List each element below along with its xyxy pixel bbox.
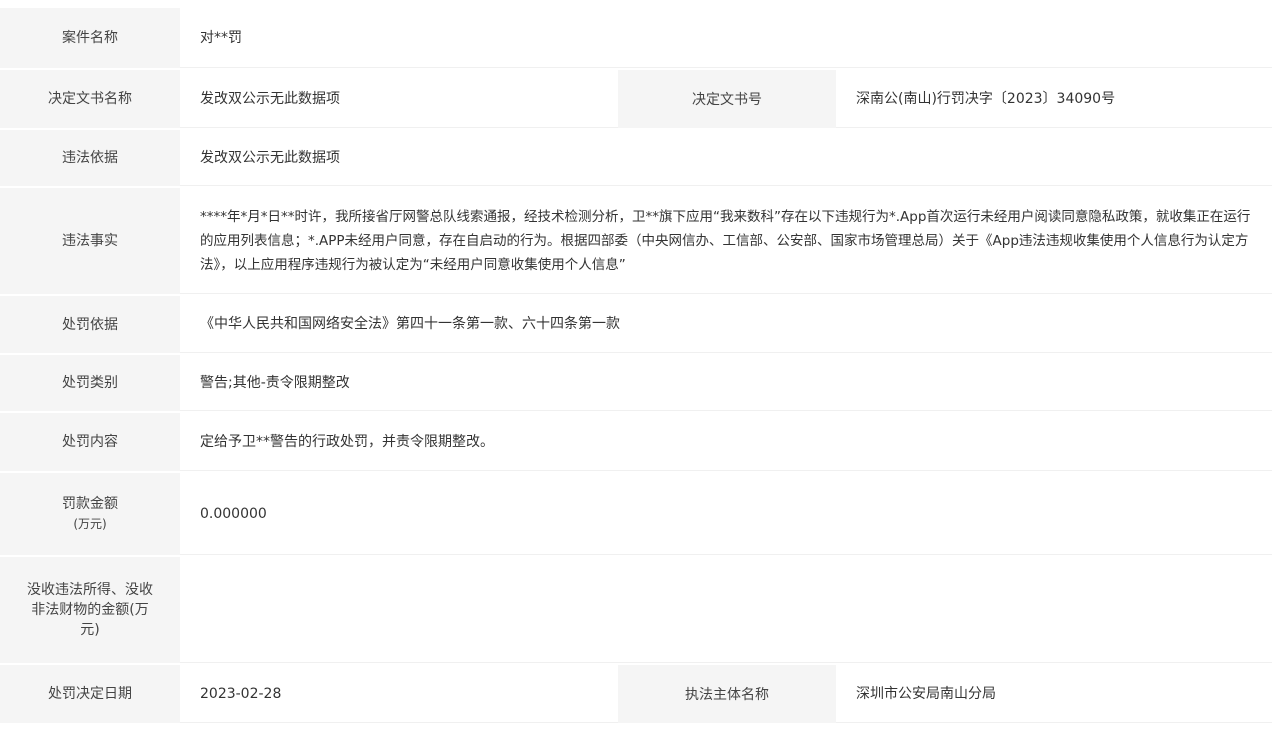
label-fine: 罚款金额 (万元)	[0, 473, 180, 555]
label-fine-text: 罚款金额	[62, 494, 118, 514]
label-fine-unit: (万元)	[73, 514, 106, 534]
value-case-name: 对**罚	[180, 8, 1272, 68]
penalty-detail-table: 案件名称 对**罚 决定文书名称 发改双公示无此数据项 决定文书号 深南公(南山…	[0, 8, 1272, 725]
label-facts: 违法事实	[0, 188, 180, 294]
row-legal-basis: 违法依据 发改双公示无此数据项	[0, 130, 1272, 188]
value-legal-basis: 发改双公示无此数据项	[180, 130, 1272, 186]
row-case-name: 案件名称 对**罚	[0, 8, 1272, 70]
value-fine: 0.000000	[180, 473, 1272, 555]
label-case-name: 案件名称	[0, 8, 180, 68]
value-decision-date: 2023-02-28	[180, 665, 618, 723]
label-legal-basis: 违法依据	[0, 130, 180, 186]
row-fine: 罚款金额 (万元) 0.000000	[0, 473, 1272, 557]
value-enforcement-agency: 深圳市公安局南山分局	[836, 665, 1272, 723]
row-decision-date: 处罚决定日期 2023-02-28 执法主体名称 深圳市公安局南山分局	[0, 665, 1272, 725]
label-decision-doc-number: 决定文书号	[618, 70, 836, 128]
row-facts: 违法事实 ****年*月*日**时许，我所接省厅网警总队线索通报，经技术检测分析…	[0, 188, 1272, 296]
value-decision-doc-number: 深南公(南山)行罚决字〔2023〕34090号	[836, 70, 1272, 128]
label-penalty-basis: 处罚依据	[0, 296, 180, 353]
row-confiscation: 没收违法所得、没收非法财物的金额(万元)	[0, 557, 1272, 665]
label-decision-date: 处罚决定日期	[0, 665, 180, 723]
label-penalty-type: 处罚类别	[0, 355, 180, 411]
row-penalty-type: 处罚类别 警告;其他-责令限期整改	[0, 355, 1272, 413]
label-enforcement-agency: 执法主体名称	[618, 665, 836, 723]
row-decision-doc: 决定文书名称 发改双公示无此数据项 决定文书号 深南公(南山)行罚决字〔2023…	[0, 70, 1272, 130]
row-penalty-content: 处罚内容 定给予卫**警告的行政处罚，并责令限期整改。	[0, 413, 1272, 473]
label-decision-doc-name: 决定文书名称	[0, 70, 180, 128]
value-penalty-content: 定给予卫**警告的行政处罚，并责令限期整改。	[180, 413, 1272, 471]
value-penalty-type: 警告;其他-责令限期整改	[180, 355, 1272, 411]
value-decision-doc-name: 发改双公示无此数据项	[180, 70, 618, 128]
label-confiscation: 没收违法所得、没收非法财物的金额(万元)	[0, 557, 180, 663]
label-penalty-content: 处罚内容	[0, 413, 180, 471]
value-confiscation	[180, 557, 1272, 663]
row-penalty-basis: 处罚依据 《中华人民共和国网络安全法》第四十一条第一款、六十四条第一款	[0, 296, 1272, 355]
value-penalty-basis: 《中华人民共和国网络安全法》第四十一条第一款、六十四条第一款	[180, 296, 1272, 353]
value-facts: ****年*月*日**时许，我所接省厅网警总队线索通报，经技术检测分析，卫**旗…	[180, 188, 1272, 294]
